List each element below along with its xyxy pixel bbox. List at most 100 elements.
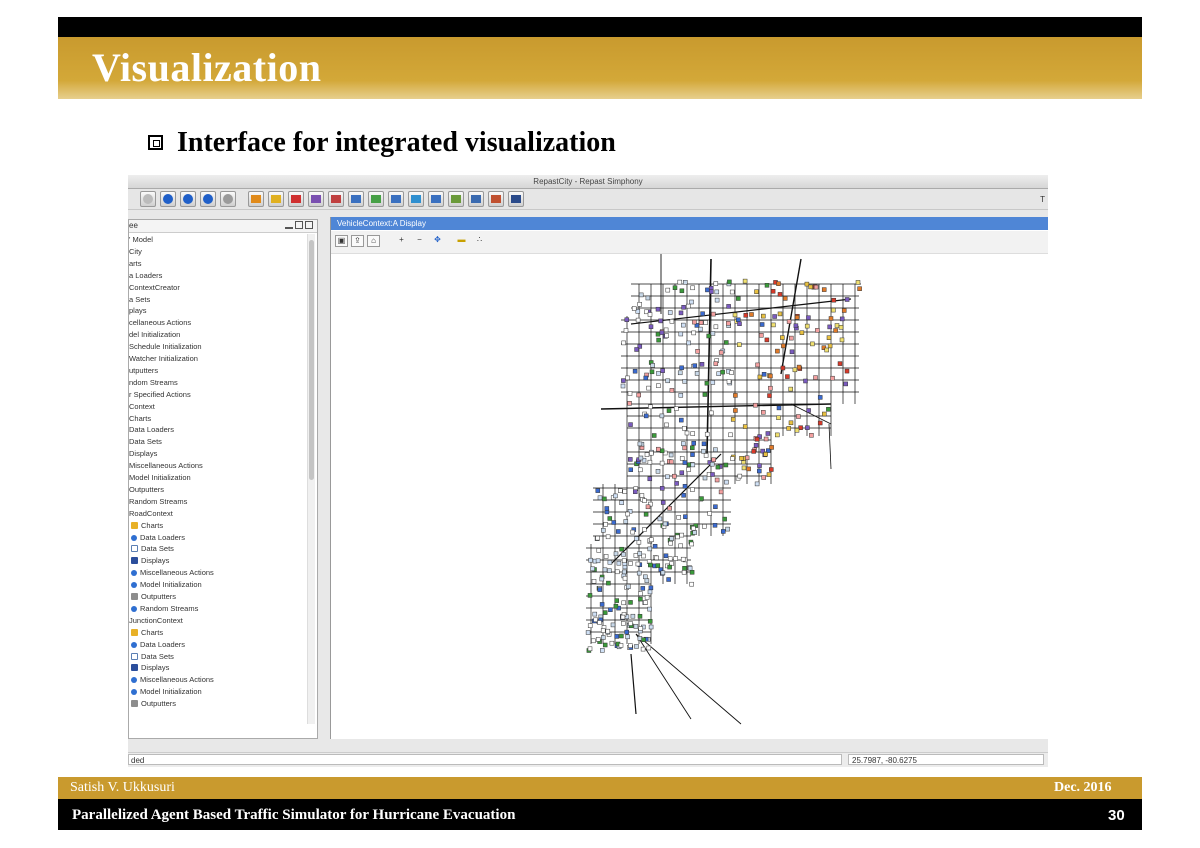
monitor-button[interactable] [388,191,404,207]
globe-button[interactable] [408,191,424,207]
road-network-map[interactable] [331,254,1047,738]
tree-item-label: Outputters [141,592,177,601]
tree-item[interactable]: City [129,246,142,258]
tree-item[interactable]: Data Loaders [129,424,174,436]
vehicle-marker [655,563,661,568]
scrollbar-thumb[interactable] [309,240,314,480]
vehicle-marker [681,322,686,328]
tree-item[interactable]: Miscellaneous Actions [131,674,214,686]
tree-item[interactable]: Random Streams [131,603,198,615]
tree-item[interactable]: Outputters [131,698,176,710]
export-icon[interactable]: ⇪ [351,235,364,247]
vehicle-marker [679,532,684,538]
step-button[interactable] [180,191,196,207]
zoom-in-icon[interactable]: + [395,235,408,247]
tree-item[interactable]: Outputters [131,591,176,603]
vehicle-marker [709,289,714,294]
vehicle-marker [637,441,643,447]
restore-icon[interactable] [305,221,313,229]
tree-item[interactable]: Outputters [129,484,164,496]
vehicle-marker [834,323,840,328]
tree-item[interactable]: del Initialization [129,329,180,341]
map-button[interactable] [448,191,464,207]
stop-button[interactable] [220,191,236,207]
vehicle-marker [664,422,669,428]
fast-forward-button[interactable] [200,191,216,207]
export-button[interactable] [488,191,504,207]
chart-bar-button[interactable] [288,191,304,207]
gear-wheel-button[interactable] [328,191,344,207]
tree-item[interactable]: Data Loaders [131,532,185,544]
tree-item[interactable]: a Loaders [129,270,162,282]
vehicle-marker [702,475,708,481]
vehicle-marker [662,521,668,527]
tree-item[interactable]: RoadContext [129,508,173,520]
maximize-icon[interactable] [295,221,303,229]
power-button[interactable] [140,191,156,207]
tree-scrollbar[interactable] [307,234,315,724]
network-button[interactable] [428,191,444,207]
table-button[interactable] [468,191,484,207]
vehicle-marker [638,626,643,631]
download-button[interactable] [368,191,384,207]
tree-item[interactable]: Miscellaneous Actions [129,460,203,472]
vehicle-marker [715,464,721,470]
pan-icon[interactable]: ✥ [431,235,444,247]
tree-item[interactable]: a Sets [129,294,150,306]
tree-item[interactable]: Context [129,401,155,413]
tree-item[interactable]: Data Sets [131,651,174,663]
tree-item[interactable]: arts [129,258,142,270]
vehicle-marker [645,295,651,301]
network-icon [431,195,441,203]
vehicle-marker [682,426,687,431]
play-button[interactable] [160,191,176,207]
vehicle-marker [751,449,756,454]
tree-item[interactable]: Data Sets [129,436,162,448]
tree-item[interactable]: Data Sets [131,543,174,555]
minimize-icon[interactable] [285,222,293,229]
vehicle-marker [616,560,622,566]
disk-button[interactable] [348,191,364,207]
tree-item[interactable]: cellaneous Actions [129,317,191,329]
info-icon[interactable]: ∴ [473,235,486,247]
tree-item[interactable]: Displays [131,555,169,567]
zoom-out-icon[interactable]: − [413,235,426,247]
vehicle-marker [761,313,766,319]
tree-item[interactable]: Watcher Initialization [129,353,198,365]
tree-item[interactable]: Schedule Initialization [129,341,202,353]
palette-button[interactable] [308,191,324,207]
tree-item[interactable]: Model Initialization [131,579,202,591]
vehicle-marker [626,584,631,589]
chart-line-button[interactable] [268,191,284,207]
car-button[interactable] [508,191,524,207]
reset-button[interactable] [248,191,264,207]
vehicle-marker [646,645,652,651]
tree-item[interactable]: Model Initialization [131,686,202,698]
tree-item[interactable]: ' Model [129,234,153,246]
vehicle-marker [718,350,724,355]
tree-item[interactable]: utputters [129,365,158,377]
vehicle-marker [628,457,633,462]
vehicle-marker [669,536,674,541]
tree-item[interactable]: ContextCreator [129,282,180,294]
tree-item[interactable]: JunctionContext [129,615,183,627]
footer-gold-bar [58,777,1142,799]
tree-item[interactable]: Displays [131,662,169,674]
vehicle-marker [678,393,684,398]
tree-item[interactable]: Random Streams [129,496,187,508]
tree-item[interactable]: Data Loaders [131,639,185,651]
tree-item[interactable]: Charts [129,413,151,425]
vehicle-marker [761,410,766,415]
tree-item[interactable]: plays [129,305,147,317]
tree-item[interactable]: ndom Streams [129,377,178,389]
tree-item[interactable]: Charts [131,627,163,639]
camera-icon[interactable]: ▣ [335,235,348,247]
tree-item[interactable]: Charts [131,520,163,532]
tree-item[interactable]: Miscellaneous Actions [131,567,214,579]
tree-item[interactable]: Displays [129,448,157,460]
vehicle-marker [793,323,799,328]
select-icon[interactable]: ▬ [455,235,468,247]
tree-item[interactable]: Model Initialization [129,472,191,484]
tree-item[interactable]: r Specified Actions [129,389,191,401]
home-icon[interactable]: ⌂ [367,235,380,247]
